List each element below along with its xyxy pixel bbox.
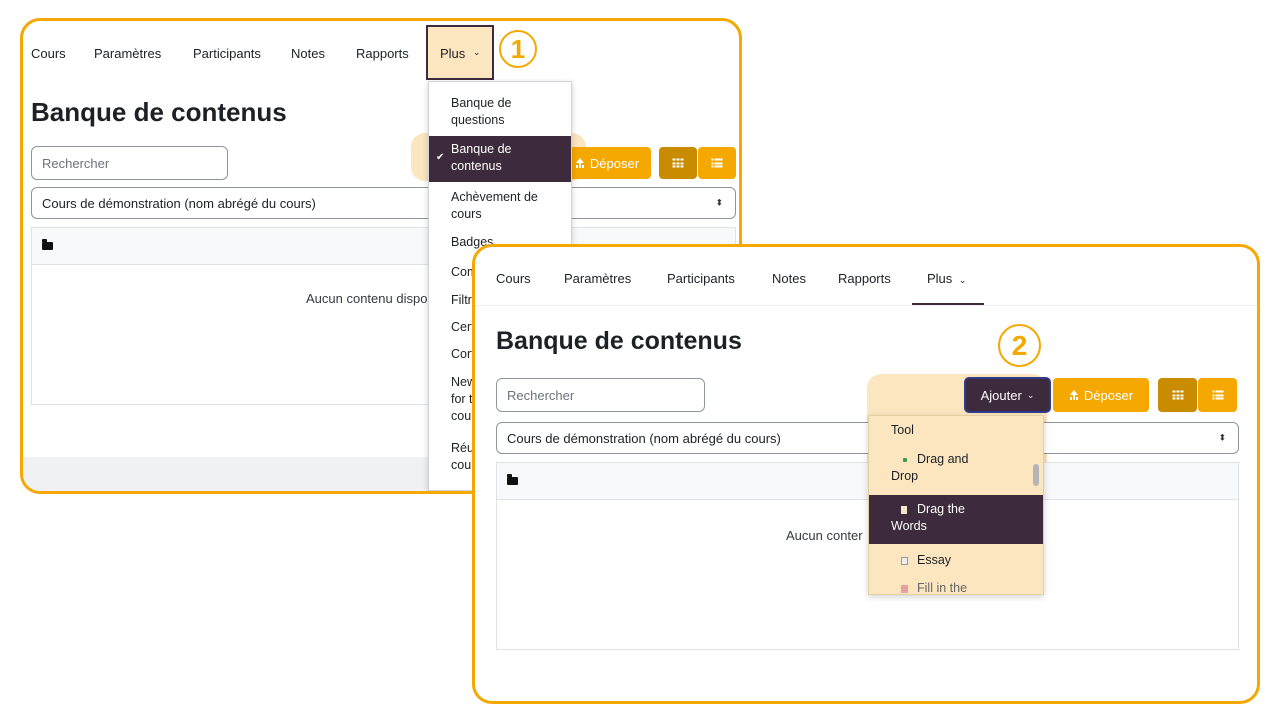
dropdown-scrollbar[interactable] [1033, 464, 1039, 486]
nav-cours[interactable]: Cours [496, 271, 531, 286]
folder-icon [42, 239, 53, 250]
list-view-button[interactable] [1198, 378, 1237, 412]
menu-item-fill-in-the-blanks[interactable]: Fill in the [869, 580, 1043, 595]
step-badge-1: 1 [499, 30, 537, 68]
select-arrow-icon: ⬍ [1218, 432, 1226, 443]
menu-item-question-bank[interactable]: Banque de questions [429, 95, 571, 129]
menu-item-course-completion[interactable]: Achèvement de cours [429, 189, 571, 223]
list-icon [711, 158, 723, 168]
context-select-value: Cours de démonstration (nom abrégé du co… [507, 430, 781, 446]
upload-icon [1069, 390, 1079, 400]
menu-item-essay[interactable]: Essay [869, 552, 1043, 569]
essay-icon [901, 556, 908, 565]
empty-message: Aucun conter [786, 528, 863, 543]
add-button[interactable]: Ajouter ⌄ [964, 377, 1051, 413]
menu-item-line: Banque de [451, 96, 512, 110]
context-select[interactable]: Cours de démonstration (nom abrégé du co… [31, 187, 736, 219]
nav-notes[interactable]: Notes [291, 46, 325, 61]
upload-label: Déposer [589, 155, 640, 171]
nav-parametres[interactable]: Paramètres [94, 46, 161, 61]
nav-divider [475, 305, 1257, 306]
list-view-button[interactable] [698, 147, 736, 179]
upload-icon [575, 158, 585, 168]
nav-notes[interactable]: Notes [772, 271, 806, 286]
nav-plus-label: Plus [440, 46, 466, 61]
drag-words-icon [901, 505, 907, 514]
icon-view-button[interactable] [1158, 378, 1197, 412]
nav-rapports[interactable]: Rapports [356, 46, 409, 61]
menu-item-line: Drop [891, 469, 919, 483]
grid-icon [1172, 390, 1183, 400]
nav-parametres[interactable]: Paramètres [564, 271, 631, 286]
menu-item-text: Drag and [917, 452, 969, 466]
nav-participants[interactable]: Participants [667, 271, 735, 286]
menu-item-content-bank[interactable]: ✔ Banque de contenus [429, 136, 571, 182]
menu-item-line: Banque de [451, 142, 512, 156]
nav-participants[interactable]: Participants [193, 46, 261, 61]
menu-item-line: Drag and [891, 451, 1043, 468]
icon-view-button[interactable] [659, 147, 697, 179]
select-arrow-icon: ⬍ [715, 197, 723, 208]
context-select-value: Cours de démonstration (nom abrégé du co… [42, 195, 316, 211]
list-icon [1212, 390, 1223, 400]
menu-item-line: Words [891, 519, 927, 533]
nav-plus-menu[interactable]: Plus ⌄ [426, 25, 494, 80]
page-title: Banque de contenus [31, 97, 287, 127]
menu-item-text: Essay [917, 553, 952, 567]
search-input[interactable]: Rechercher [496, 378, 705, 412]
menu-item-drag-the-words[interactable]: Drag the Words [869, 495, 1043, 544]
chevron-down-icon: ⌄ [1026, 389, 1035, 400]
menu-item-text: Drag the [917, 502, 965, 516]
menu-item-drag-and-drop[interactable]: Drag and Drop [869, 451, 1043, 485]
menu-item-line: questions [451, 113, 505, 127]
search-input[interactable]: Rechercher [31, 146, 228, 180]
fill-blanks-icon [901, 584, 908, 593]
menu-item-line: Achèvement de [451, 190, 538, 204]
upload-label: Déposer [1083, 387, 1134, 403]
add-button-label: Ajouter [980, 387, 1022, 403]
check-icon: ✔ [436, 152, 445, 163]
upload-button[interactable]: Déposer [1053, 378, 1149, 412]
folder-icon [507, 474, 518, 485]
nav-rapports[interactable]: Rapports [838, 271, 891, 286]
dropdown-list: Tool Drag and Drop Drag the Words Essay … [869, 416, 1043, 595]
drag-drop-icon [903, 457, 907, 462]
step-badge-2: 2 [998, 324, 1041, 367]
menu-item-text: Fill in the [917, 581, 968, 595]
course-panel-step-2: Cours Paramètres Participants Notes Rapp… [472, 244, 1260, 704]
menu-item-line: Drag the [891, 501, 1043, 518]
nav-plus-menu[interactable]: Plus ⌄ [927, 271, 966, 286]
add-content-dropdown: Tool Drag and Drop Drag the Words Essay … [868, 415, 1044, 595]
page-title: Banque de contenus [496, 327, 742, 355]
chevron-down-icon: ⌄ [958, 275, 967, 285]
upload-button[interactable]: Déposer [563, 147, 651, 179]
chevron-down-icon: ⌄ [473, 47, 481, 57]
nav-cours[interactable]: Cours [31, 46, 66, 61]
grid-icon [672, 158, 684, 168]
nav-plus-label: Plus [927, 271, 953, 286]
group-label: Tool [891, 423, 914, 437]
empty-message: Aucun contenu dispo [306, 291, 428, 306]
menu-group-tool: Tool [869, 422, 1043, 439]
menu-item-line: contenus [451, 159, 502, 173]
menu-item-line: cours [451, 207, 482, 221]
